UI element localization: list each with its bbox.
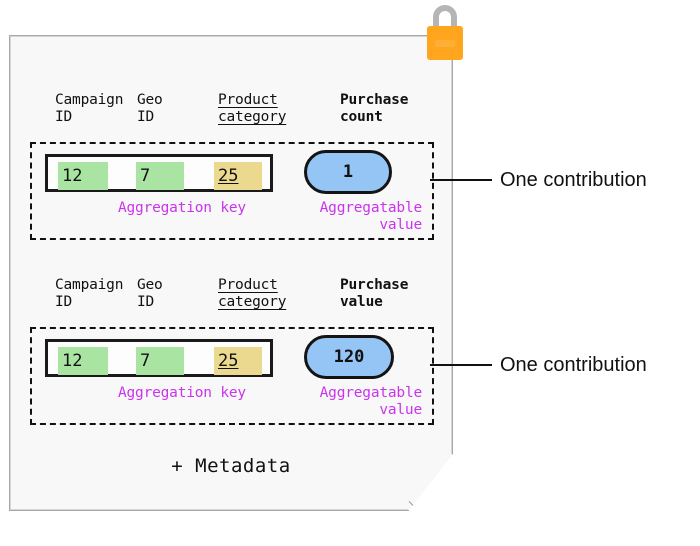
key-cell-product-category: 25 (214, 347, 262, 375)
contribution-boundary-2: 12 7 25 120 Aggregation key Aggregatable… (30, 327, 434, 425)
key-cell-product-category: 25 (214, 162, 262, 190)
column-header-purchase-count: Purchase count (340, 92, 409, 125)
column-header-product-category: Product category (218, 277, 287, 310)
card-fold-line (408, 501, 453, 511)
column-header-campaign-id: Campaign ID (55, 277, 124, 310)
aggregatable-value-annotation-2: Aggregatable value (319, 385, 423, 418)
callout-leader-line (430, 364, 492, 366)
contribution-row-1: Campaign ID Geo ID Product category Purc… (30, 92, 434, 240)
aggregation-key-annotation-2: Aggregation key (118, 385, 246, 401)
padlock-icon (424, 2, 466, 62)
aggregation-key-box-2: 12 7 25 (45, 339, 273, 377)
aggregatable-value-annotation-1: Aggregatable value (319, 200, 423, 233)
column-header-geo-id: Geo ID (137, 92, 163, 125)
column-header-geo-id: Geo ID (137, 277, 163, 310)
key-cell-campaign-id: 12 (58, 162, 108, 190)
aggregation-key-annotation-1: Aggregation key (118, 200, 246, 216)
aggregation-key-box-1: 12 7 25 (45, 154, 273, 192)
aggregatable-value-pill-2: 120 (304, 335, 394, 379)
column-header-product-category: Product category (218, 92, 287, 125)
callout-one-contribution-1: One contribution (430, 167, 647, 193)
contribution-boundary-1: 12 7 25 1 Aggregation key Aggregatable v… (30, 142, 434, 240)
column-header-purchase-value: Purchase value (340, 277, 409, 310)
callout-leader-line (430, 179, 492, 181)
key-cell-geo-id: 7 (136, 162, 184, 190)
key-cell-geo-id: 7 (136, 347, 184, 375)
key-cell-campaign-id: 12 (58, 347, 108, 375)
callout-label: One contribution (500, 353, 647, 376)
metadata-label: + Metadata (171, 455, 291, 477)
callout-label: One contribution (500, 168, 647, 191)
column-headers: Campaign ID Geo ID Product category Purc… (30, 92, 434, 142)
column-header-campaign-id: Campaign ID (55, 92, 124, 125)
contribution-row-2: Campaign ID Geo ID Product category Purc… (30, 277, 434, 425)
callout-one-contribution-2: One contribution (430, 352, 647, 378)
aggregatable-value-pill-1: 1 (304, 150, 392, 194)
column-headers: Campaign ID Geo ID Product category Purc… (30, 277, 434, 327)
